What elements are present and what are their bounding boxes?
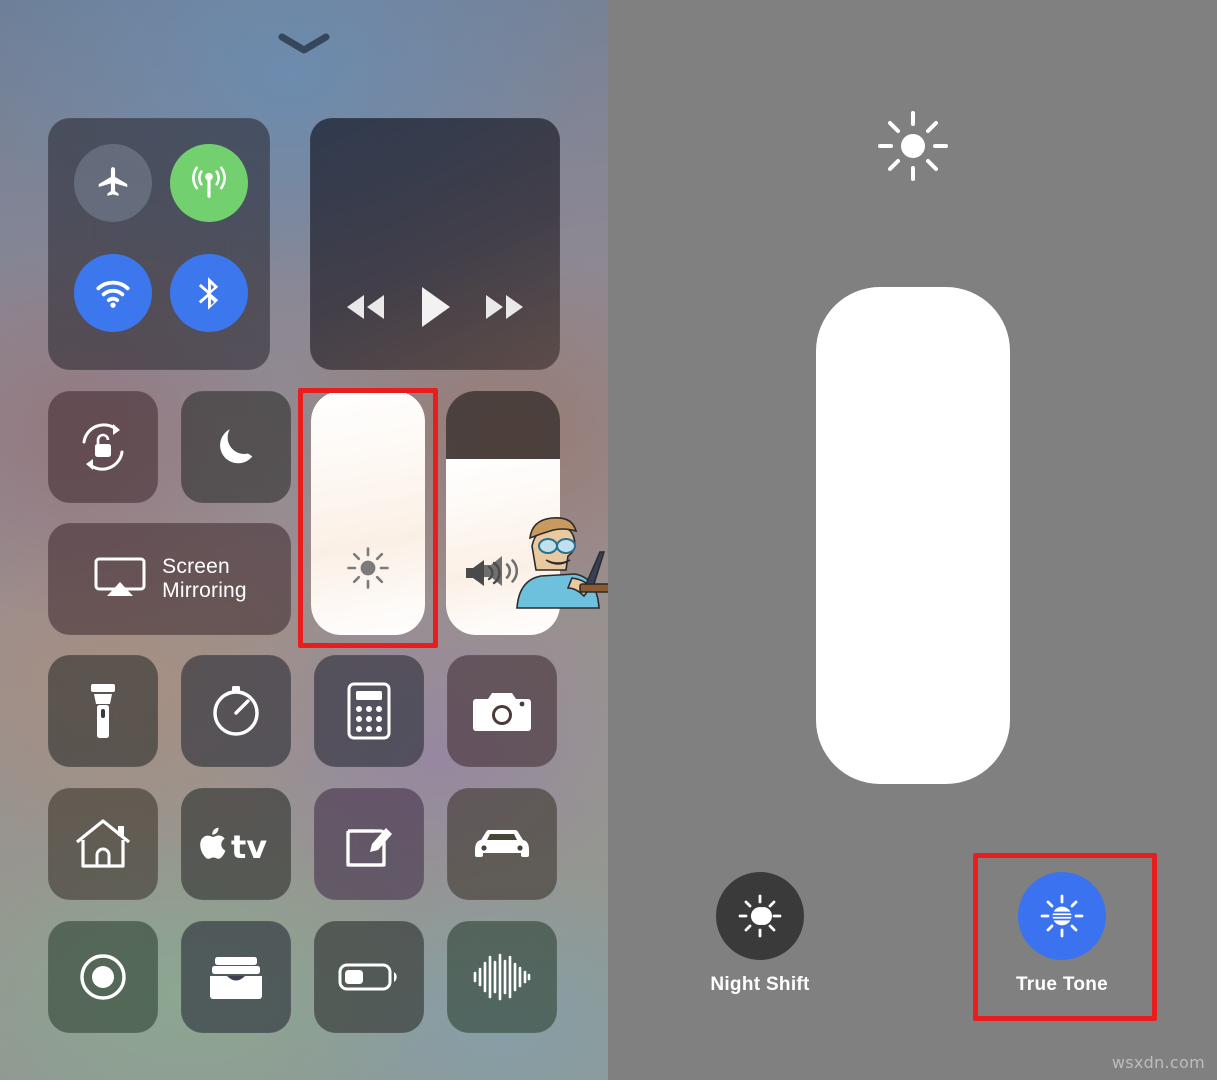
volume-slider-icon-wrap bbox=[446, 551, 560, 591]
shortcut-apple-tv[interactable]: tv bbox=[181, 788, 291, 900]
shortcut-timer[interactable] bbox=[181, 655, 291, 767]
moon-icon bbox=[220, 429, 253, 464]
calculator-icon bbox=[347, 682, 391, 740]
airplane-icon bbox=[98, 167, 128, 196]
screen-mirroring-label-line2: Mirroring bbox=[162, 579, 247, 602]
screen-mirroring-button[interactable]: Screen Mirroring bbox=[48, 523, 291, 635]
true-tone-icon bbox=[1040, 894, 1084, 938]
now-playing-group bbox=[310, 118, 560, 370]
brightness-sun-icon bbox=[877, 111, 948, 181]
speaker-volume-icon bbox=[483, 556, 519, 586]
chevron-down-icon[interactable] bbox=[278, 33, 330, 55]
brightness-slider-large[interactable] bbox=[815, 287, 1010, 784]
shortcut-calculator[interactable] bbox=[314, 655, 424, 767]
control-center-panel: Screen Mirroring tv bbox=[0, 0, 608, 1080]
shortcut-screen-recording[interactable] bbox=[48, 921, 158, 1033]
flashlight-icon bbox=[91, 684, 115, 738]
cellular-antenna-icon bbox=[192, 166, 226, 198]
camera-icon bbox=[473, 693, 531, 731]
hearing-waveform-icon bbox=[473, 953, 531, 1001]
night-shift-toggle[interactable]: Night Shift bbox=[670, 872, 850, 996]
night-shift-icon bbox=[738, 894, 782, 938]
battery-icon bbox=[338, 963, 397, 991]
brightness-slider-fill bbox=[311, 391, 425, 635]
airplane-mode-button[interactable] bbox=[74, 144, 152, 222]
brightness-sun-icon bbox=[347, 547, 389, 589]
screen-mirroring-label-line1: Screen bbox=[162, 555, 230, 579]
display-tone-row: Night Shift True Tone bbox=[608, 872, 1217, 1012]
screenshot-root: Screen Mirroring tv Night Shift True Ton… bbox=[0, 0, 1217, 1080]
wallet-icon bbox=[210, 957, 262, 999]
rewind-button[interactable] bbox=[342, 292, 388, 322]
volume-slider[interactable] bbox=[446, 391, 560, 635]
apple-tv-icon: tv bbox=[200, 827, 267, 864]
brightness-slider[interactable] bbox=[311, 391, 425, 635]
connectivity-group bbox=[48, 118, 270, 370]
timer-icon bbox=[213, 686, 259, 736]
svg-text:tv: tv bbox=[231, 828, 267, 864]
wifi-button[interactable] bbox=[74, 254, 152, 332]
bluetooth-button[interactable] bbox=[170, 254, 248, 332]
screen-mirroring-icon bbox=[94, 557, 146, 596]
shortcut-grid: tv bbox=[48, 655, 557, 1033]
true-tone-label: True Tone bbox=[1015, 974, 1109, 995]
play-icon bbox=[421, 287, 450, 327]
shortcut-flashlight[interactable] bbox=[48, 655, 158, 767]
shortcut-low-power-mode[interactable] bbox=[314, 921, 424, 1033]
play-button[interactable] bbox=[415, 284, 455, 330]
night-shift-circle bbox=[716, 872, 804, 960]
volume-slider-fill bbox=[446, 459, 560, 635]
home-house-icon bbox=[75, 819, 131, 868]
wifi-icon bbox=[96, 280, 130, 308]
rewind-icon bbox=[346, 295, 384, 319]
screen-mirroring-label: Screen Mirroring bbox=[162, 555, 247, 602]
bluetooth-icon bbox=[198, 277, 219, 310]
true-tone-toggle[interactable]: True Tone bbox=[972, 872, 1152, 996]
rotation-lock-button[interactable] bbox=[48, 391, 158, 503]
shortcut-car-mode[interactable] bbox=[447, 788, 557, 900]
shortcut-camera[interactable] bbox=[447, 655, 557, 767]
brightness-slider-icon-wrap bbox=[311, 545, 425, 591]
shortcut-notes[interactable] bbox=[314, 788, 424, 900]
shortcut-hearing[interactable] bbox=[447, 921, 557, 1033]
shortcut-wallet[interactable] bbox=[181, 921, 291, 1033]
record-circle-icon bbox=[80, 954, 126, 1000]
fast-forward-button[interactable] bbox=[482, 292, 528, 322]
media-controls bbox=[310, 284, 560, 330]
site-watermark: wsxdn.com bbox=[1111, 1053, 1205, 1072]
rotation-lock-icon bbox=[82, 423, 124, 471]
notes-pencil-icon bbox=[346, 828, 392, 867]
fast-forward-icon bbox=[486, 295, 524, 319]
shortcut-home[interactable] bbox=[48, 788, 158, 900]
true-tone-circle bbox=[1018, 872, 1106, 960]
night-shift-label: Night Shift bbox=[710, 974, 810, 995]
cellular-data-button[interactable] bbox=[170, 144, 248, 222]
brightness-detail-panel: Night Shift True Tone wsxdn.com bbox=[608, 0, 1217, 1080]
do-not-disturb-button[interactable] bbox=[181, 391, 291, 503]
car-icon bbox=[475, 830, 529, 857]
